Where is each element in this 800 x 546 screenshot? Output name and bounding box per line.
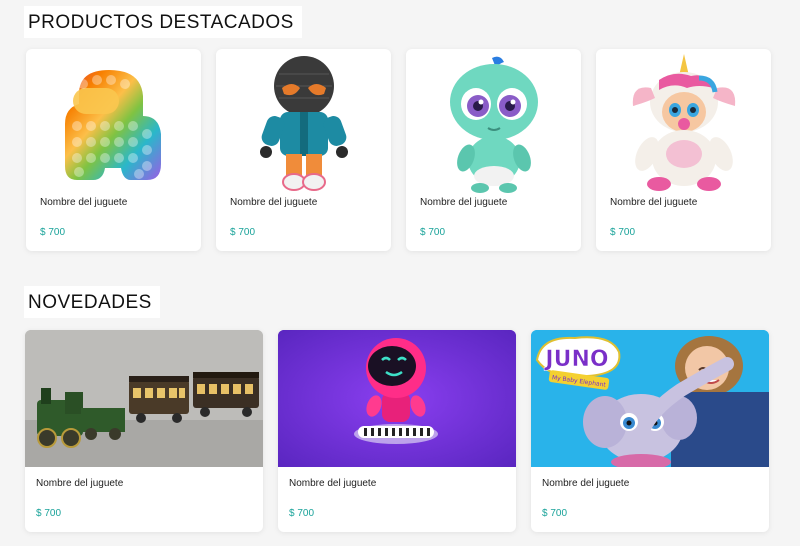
product-image-green-doll[interactable] [406,49,581,199]
product-price: $ 700 [610,227,636,238]
product-image-juno[interactable]: JUNO My Baby Elephant [531,330,769,467]
product-name: Nombre del juguete [542,478,630,489]
masked-plush-icon [259,56,348,191]
product-image-plush[interactable] [216,49,391,199]
featured-product-card[interactable]: Nombre del juguete $ 700 [406,49,581,251]
new-product-card[interactable]: Nombre del juguete $ 700 [278,330,516,532]
product-price: $ 700 [420,227,446,238]
product-price: $ 700 [36,508,62,519]
pink-robot-icon [278,330,516,467]
product-price: $ 700 [40,227,66,238]
featured-product-card[interactable]: Nombre del juguete $ 700 [596,49,771,251]
product-name: Nombre del juguete [610,197,698,208]
product-name: Nombre del juguete [289,478,377,489]
new-section-title: NOVEDADES [24,286,160,318]
product-name: Nombre del juguete [36,478,124,489]
product-price: $ 700 [289,508,315,519]
featured-product-card[interactable]: Nombre del juguete $ 700 [26,49,201,251]
juno-logo-text: JUNO [543,347,608,372]
rainbow-popit-icon [64,70,161,180]
green-doll-icon [449,56,538,193]
featured-section-title: PRODUCTOS DESTACADOS [24,6,302,38]
product-image-unicorn-doll[interactable] [596,49,771,199]
featured-product-card[interactable]: Nombre del juguete $ 700 [216,49,391,251]
product-price: $ 700 [542,508,568,519]
product-name: Nombre del juguete [420,197,508,208]
product-name: Nombre del juguete [40,197,128,208]
juno-elephant-icon: JUNO My Baby Elephant [531,330,769,467]
product-image-train[interactable] [25,330,263,467]
product-image-popit[interactable] [26,49,201,199]
unicorn-doll-icon [632,54,735,191]
new-product-card[interactable]: Nombre del juguete $ 700 [25,330,263,532]
product-price: $ 700 [230,227,256,238]
product-image-robot[interactable] [278,330,516,467]
toy-train-icon [25,330,263,467]
new-product-card[interactable]: JUNO My Baby Elephant Nombre del juguete… [531,330,769,532]
product-name: Nombre del juguete [230,197,318,208]
